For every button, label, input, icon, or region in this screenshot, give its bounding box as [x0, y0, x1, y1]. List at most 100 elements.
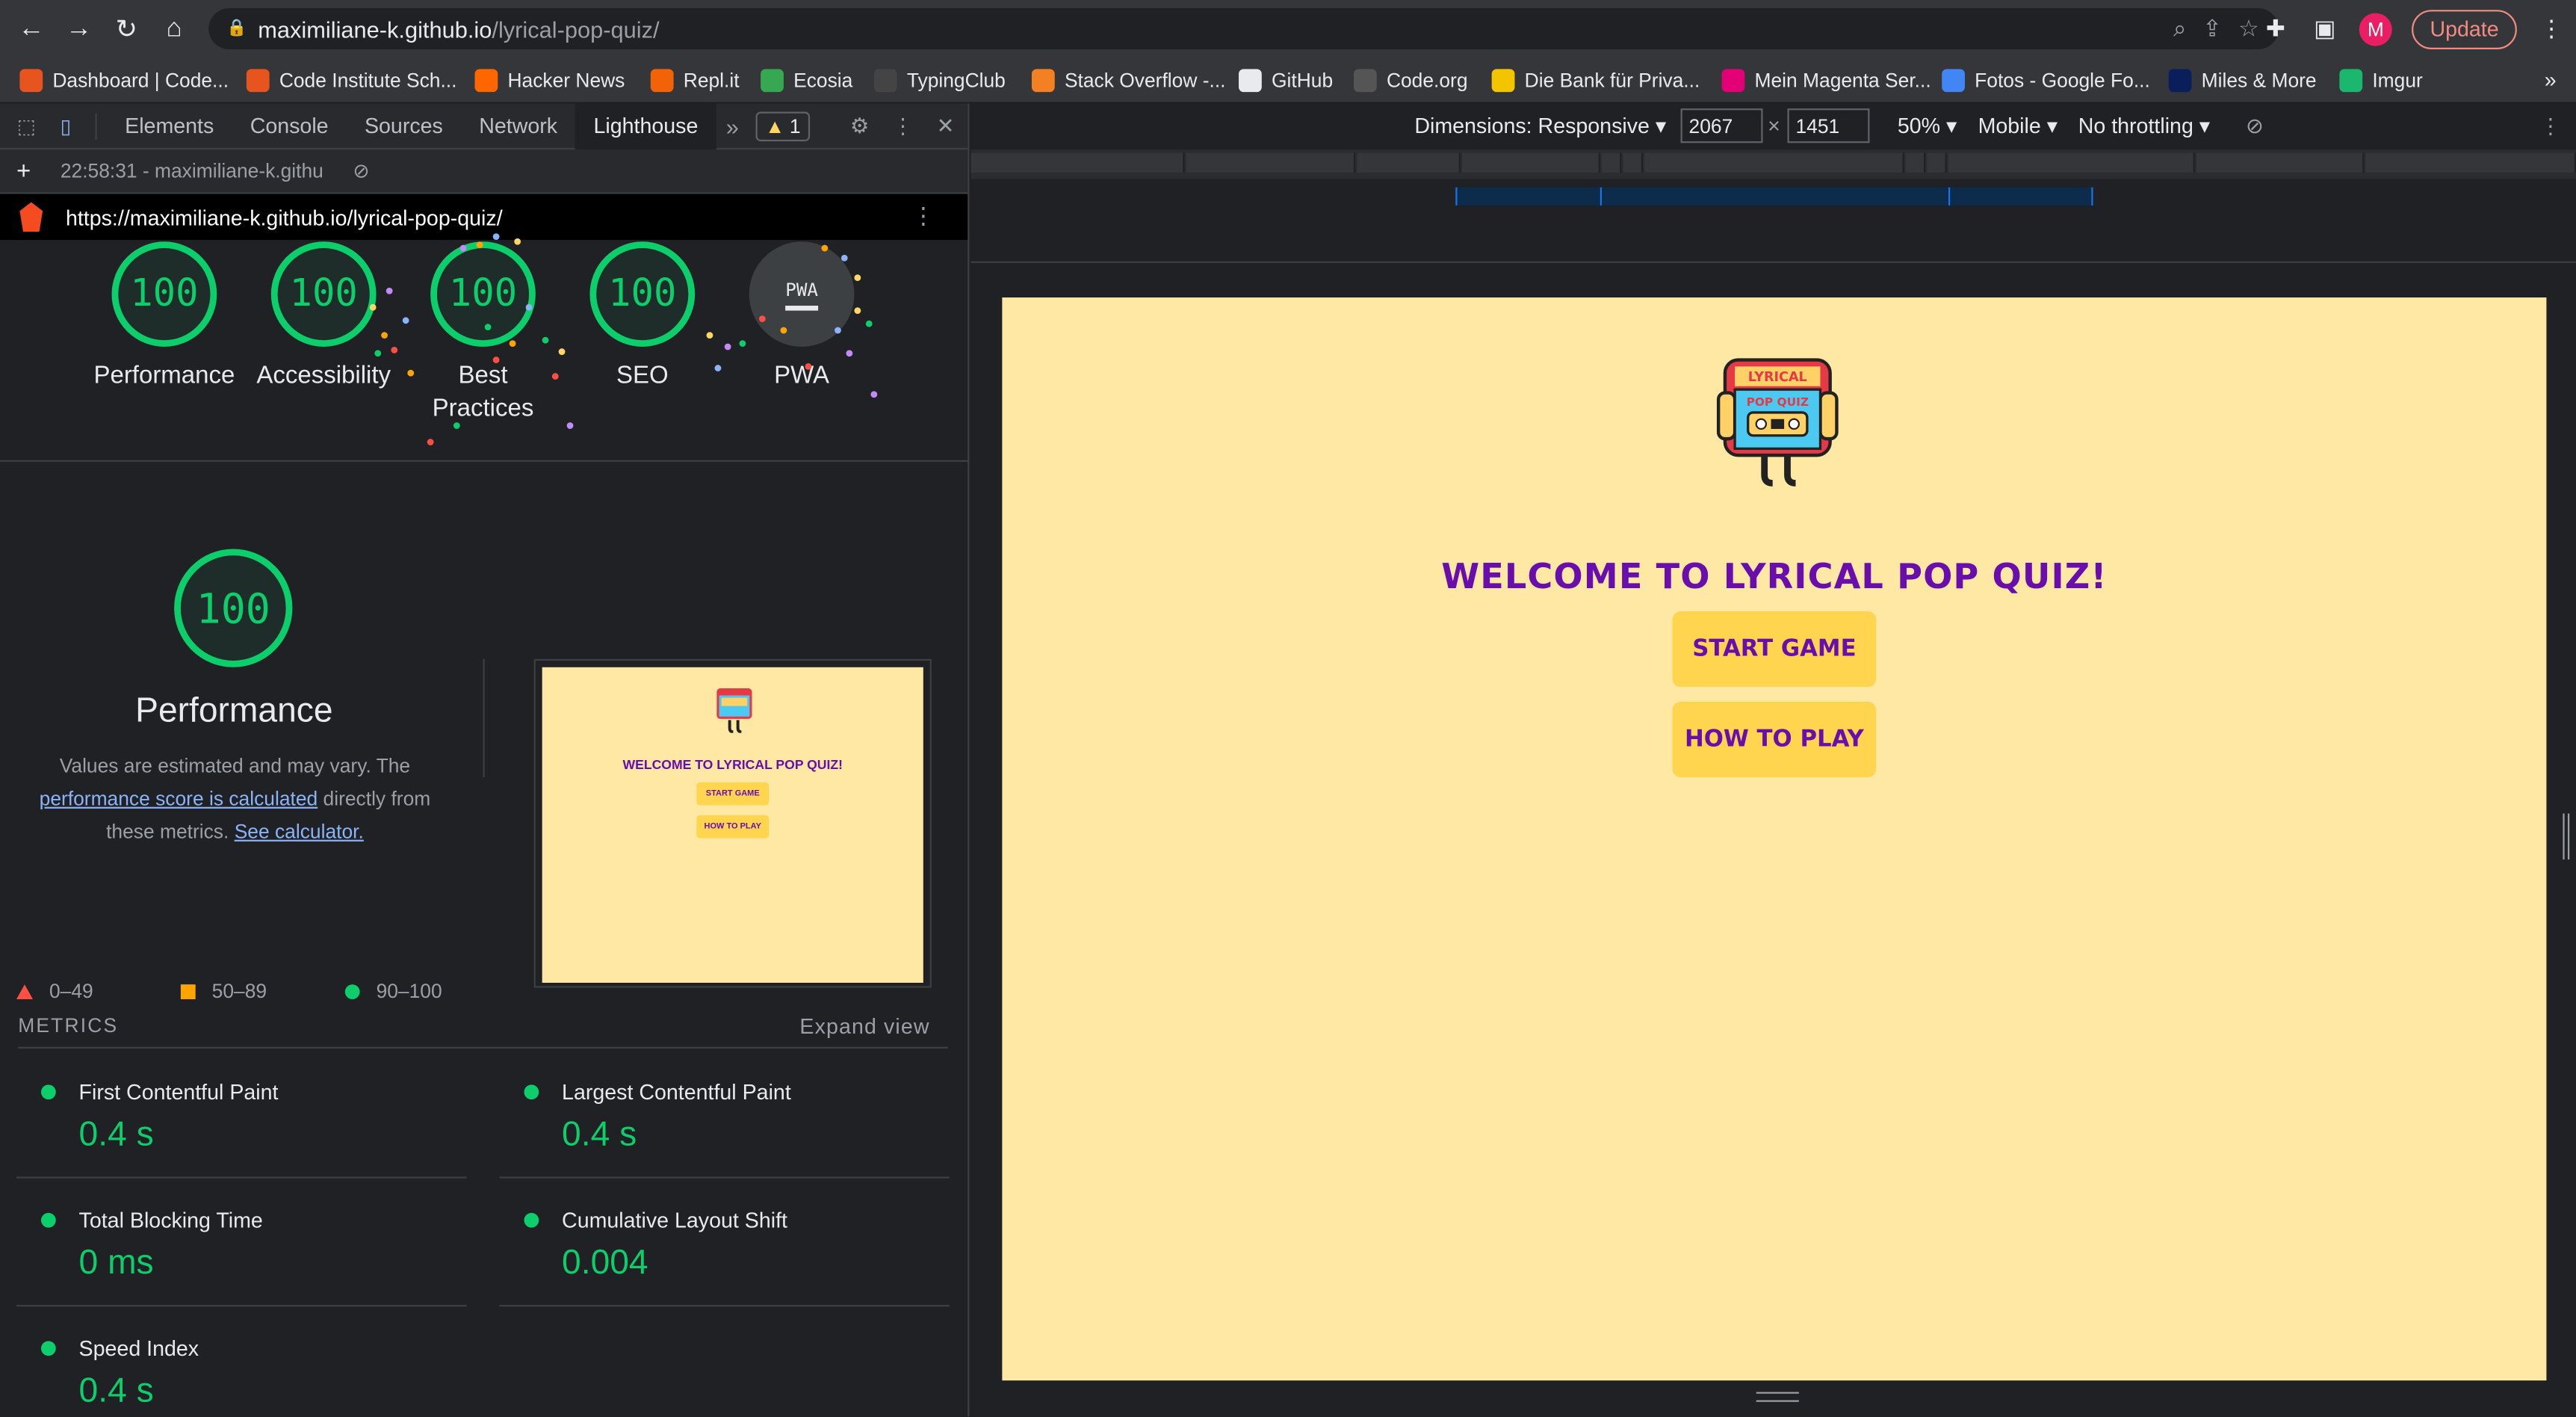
start-game-button[interactable]: START GAME: [1672, 611, 1877, 688]
expand-view-button[interactable]: Expand view: [799, 1013, 929, 1038]
bookmark-item[interactable]: Fotos - Google Fo...: [1942, 57, 2168, 103]
stackoverflow-icon: [1031, 68, 1055, 92]
reload-icon[interactable]: ↻: [105, 7, 148, 50]
metric-value: 0.4 s: [78, 1116, 154, 1154]
score-ring: 100: [589, 241, 696, 347]
devtools-menu-icon[interactable]: ⋮: [892, 114, 914, 140]
bookmark-item[interactable]: Code Institute Sch...: [246, 57, 475, 103]
menu-kebab-icon[interactable]: ⋮: [2536, 14, 2566, 44]
score-calculated-link[interactable]: performance score is calculated: [40, 787, 318, 810]
pass-circle-icon: [40, 1084, 56, 1100]
score-gauge-seo[interactable]: 100 SEO: [560, 241, 725, 392]
score-gauge-pwa[interactable]: PWA PWA: [719, 241, 884, 392]
tab-lighthouse[interactable]: Lighthouse: [575, 102, 716, 149]
metric-item: Largest Contentful Paint 0.4 s: [499, 1050, 950, 1179]
update-button[interactable]: Update: [2412, 9, 2517, 49]
bookmark-item[interactable]: Mein Magenta Ser...: [1721, 57, 1942, 103]
rotate-icon[interactable]: ⊘: [2246, 114, 2264, 140]
more-bookmarks-icon[interactable]: »: [2545, 67, 2557, 92]
height-input[interactable]: [1787, 108, 1870, 143]
score-legend: 0–49 50–89 90–100: [16, 980, 510, 1002]
bookmark-item[interactable]: Stack Overflow -...: [1031, 57, 1239, 103]
bookmark-item[interactable]: Die Bank für Priva...: [1491, 57, 1722, 103]
forward-arrow-icon[interactable]: →: [58, 7, 100, 50]
lock-icon: 🔒: [226, 19, 247, 38]
bookmark-label: Miles & More: [2201, 68, 2317, 92]
devtools-tabbar: ⬚ ▯ Elements Console Sources Network Lightho…: [0, 102, 968, 150]
performance-section: 100 Performance Values are estimated and…: [0, 462, 969, 1004]
bookmarks-bar: Dashboard | Code... Code Institute Sch...…: [0, 57, 2576, 104]
score-gauge-accessibility[interactable]: 100 Accessibility: [241, 241, 406, 392]
bookmark-item[interactable]: Code.org: [1353, 57, 1492, 103]
devtools-actions: ⚙ ⋮ ✕: [850, 114, 955, 140]
avatar[interactable]: M: [2359, 12, 2392, 46]
performance-title: Performance: [135, 691, 333, 730]
device-select[interactable]: Mobile ▾: [1978, 114, 2058, 140]
bookmark-label: TypingClub: [906, 68, 1006, 92]
extensions-icon[interactable]: ✚: [2261, 14, 2291, 44]
tab-sources[interactable]: Sources: [347, 102, 461, 149]
report-url[interactable]: https://maximiliane-k.github.io/lyrical-…: [66, 205, 503, 229]
width-input[interactable]: [1680, 108, 1763, 143]
back-arrow-icon[interactable]: ←: [10, 7, 52, 50]
confetti-dot: [514, 238, 521, 245]
home-icon[interactable]: ⌂: [153, 7, 196, 50]
score-gauge-best-practices[interactable]: 100 Best Practices: [401, 241, 566, 425]
bookmark-item[interactable]: Dashboard | Code...: [19, 57, 246, 103]
report-selector[interactable]: 22:58:31 - maximiliane-k.githu: [61, 159, 323, 182]
share-icon[interactable]: ⇪: [2202, 15, 2222, 43]
google-photos-icon: [1942, 68, 1965, 92]
clear-icon[interactable]: ⊘: [353, 159, 369, 182]
warning-icon: ▲: [765, 114, 785, 138]
throttling-select[interactable]: No throttling ▾: [2078, 114, 2210, 140]
star-icon[interactable]: ☆: [2238, 15, 2259, 43]
close-icon[interactable]: ✕: [937, 114, 955, 140]
bookmark-item[interactable]: Imgur: [2339, 57, 2471, 103]
side-panel-icon[interactable]: ▣: [2310, 14, 2340, 44]
metrics-section: METRICS Expand view First Contentful Pai…: [0, 1004, 969, 1417]
warning-badge[interactable]: ▲ 1: [755, 111, 811, 141]
bookmark-item[interactable]: TypingClub: [873, 57, 1032, 103]
device-toggle-icon[interactable]: ▯: [52, 113, 78, 139]
settings-gear-icon[interactable]: ⚙: [850, 114, 870, 140]
tab-elements[interactable]: Elements: [107, 102, 232, 149]
confetti-dot: [865, 320, 873, 327]
report-menu-icon[interactable]: ⋮: [911, 202, 935, 229]
url-path: /lyrical-pop-quiz/: [492, 15, 660, 43]
more-tabs-icon[interactable]: »: [726, 113, 739, 139]
bookmark-item[interactable]: Repl.it: [650, 57, 761, 103]
bookmark-label: Ecosia: [793, 68, 853, 92]
address-bar[interactable]: 🔒 maximiliane-k.github.io/lyrical-pop-qu…: [208, 7, 2279, 49]
bookmark-label: Code Institute Sch...: [279, 68, 457, 92]
how-to-play-button[interactable]: HOW TO PLAY: [1672, 701, 1877, 778]
omnibox-actions: ⌕ ⇪ ☆: [2173, 15, 2259, 43]
replit-icon: [650, 68, 674, 92]
code-org-icon: [1353, 68, 1377, 92]
inspect-icon[interactable]: ⬚: [13, 113, 40, 139]
tab-console[interactable]: Console: [232, 102, 347, 149]
tab-network[interactable]: Network: [461, 102, 575, 149]
media-query-bar[interactable]: [1455, 187, 2093, 206]
bookmark-item[interactable]: Ecosia: [761, 57, 874, 103]
bookmark-item[interactable]: Hacker News: [474, 57, 651, 103]
score-gauge-performance[interactable]: 100 Performance: [82, 241, 247, 392]
media-query-ruler: [970, 149, 2576, 179]
confetti-dot: [492, 356, 500, 363]
metric-name: First Contentful Paint: [78, 1079, 279, 1105]
zoom-icon[interactable]: ⌕: [2173, 15, 2186, 43]
quiz-page: LYRICAL POP QUIZ WELCOME TO LYRICAL POP …: [1002, 297, 2547, 1381]
final-screenshot[interactable]: WELCOME TO LYRICAL POP QUIZ! START GAME …: [533, 658, 932, 988]
zoom-select[interactable]: 50% ▾: [1898, 114, 1957, 140]
bookmark-item[interactable]: Miles & More: [2168, 57, 2340, 103]
dimensions-select[interactable]: Dimensions: Responsive ▾: [1414, 114, 1666, 140]
desc-text-1: Values are estimated and may vary. The: [59, 754, 411, 778]
confetti-dot: [381, 332, 388, 339]
right-resize-handle[interactable]: [2563, 813, 2570, 860]
bookmark-item[interactable]: GitHub: [1239, 57, 1354, 103]
new-report-icon[interactable]: +: [16, 157, 31, 185]
see-calculator-link[interactable]: See calculator.: [235, 820, 364, 843]
bookmark-label: Imgur: [2372, 68, 2423, 92]
device-menu-icon[interactable]: ⋮: [2540, 114, 2562, 140]
confetti-dot: [846, 350, 853, 357]
bottom-resize-handle[interactable]: [1756, 1392, 1799, 1402]
